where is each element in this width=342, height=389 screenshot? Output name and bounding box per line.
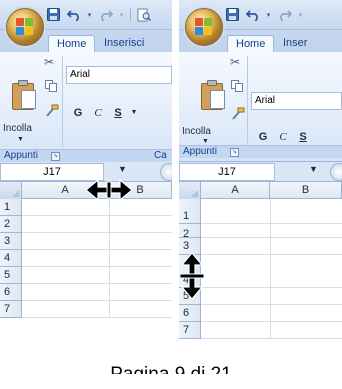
- row-header-5[interactable]: 5: [0, 267, 22, 284]
- gridline: [201, 287, 342, 288]
- redo-dropdown-icon[interactable]: ▾: [297, 7, 304, 22]
- undo-icon[interactable]: [245, 7, 260, 22]
- redo-icon[interactable]: [98, 7, 113, 22]
- gridline: [201, 338, 342, 339]
- paste-icon[interactable]: [201, 80, 225, 110]
- gridline: [201, 223, 342, 224]
- tab-inserisci[interactable]: Inserisci: [96, 35, 152, 52]
- office-logo-icon: [195, 18, 213, 36]
- underline-button[interactable]: S: [295, 128, 311, 146]
- column-header-a[interactable]: A: [201, 182, 270, 199]
- row-header-1[interactable]: 1: [179, 199, 201, 224]
- select-all-corner[interactable]: [0, 182, 22, 199]
- gridline: [22, 317, 172, 318]
- scissors-icon[interactable]: ✂: [43, 56, 55, 68]
- undo-dropdown-icon[interactable]: ▾: [86, 7, 93, 22]
- font-format-buttons: G C S ▼: [64, 104, 172, 122]
- copy-icon[interactable]: [231, 80, 243, 92]
- dialog-launcher-icon[interactable]: ↘: [230, 148, 239, 157]
- office-button[interactable]: [185, 8, 223, 46]
- ribbon: Incolla ▼ ✂ Arial G C S Appunti ↘: [179, 52, 342, 162]
- quick-access-toolbar: ▾ ▾: [225, 7, 304, 22]
- gridline: [201, 304, 342, 305]
- page-edge-mask: [0, 374, 342, 389]
- name-box-dropdown-icon[interactable]: ▼: [118, 164, 127, 174]
- ribbon: Incolla ▼ ✂ Arial G C S ▼ Appunti ↘ Ca: [0, 52, 172, 162]
- group-title-clipboard: Appunti: [183, 146, 217, 157]
- toolbar-separator: [130, 8, 131, 21]
- underline-button[interactable]: S: [110, 104, 126, 122]
- select-all-corner[interactable]: [179, 182, 201, 199]
- gridline: [22, 232, 172, 233]
- gridline: [22, 215, 172, 216]
- formula-bar-splitter[interactable]: [330, 163, 342, 181]
- gridline: [22, 266, 172, 267]
- copy-icon[interactable]: [45, 80, 57, 92]
- name-box-dropdown-icon[interactable]: ▼: [309, 164, 318, 174]
- quick-access-toolbar: ▾ ▾: [46, 7, 151, 22]
- paste-dropdown-icon[interactable]: ▼: [17, 136, 24, 143]
- row-header-6[interactable]: 6: [179, 305, 201, 322]
- formula-bar-splitter[interactable]: [160, 163, 172, 181]
- row-header-2[interactable]: 2: [0, 216, 22, 233]
- paste-button-label[interactable]: Incolla: [182, 126, 211, 137]
- tab-home[interactable]: Home: [48, 35, 96, 52]
- row-header-2[interactable]: 2: [179, 224, 201, 240]
- paste-dropdown-icon[interactable]: ▼: [202, 138, 209, 145]
- gridline: [201, 321, 342, 322]
- office-logo-icon: [16, 18, 34, 36]
- gridline: [201, 254, 342, 255]
- row-header-1[interactable]: 1: [0, 199, 22, 216]
- row-header-4[interactable]: 4: [0, 250, 22, 267]
- font-name-box[interactable]: Arial: [251, 92, 342, 110]
- italic-button[interactable]: C: [90, 104, 106, 122]
- column-resize-cursor-icon: [86, 179, 132, 201]
- dialog-launcher-icon[interactable]: ↘: [51, 152, 60, 161]
- italic-button[interactable]: C: [275, 128, 291, 146]
- row-header-7[interactable]: 7: [0, 301, 22, 318]
- gridline: [22, 249, 172, 250]
- font-name-box[interactable]: Arial: [66, 66, 172, 84]
- tab-home[interactable]: Home: [227, 35, 275, 52]
- formula-bar: J17 ▼: [179, 162, 342, 182]
- format-painter-icon[interactable]: [45, 104, 59, 117]
- row-header-3[interactable]: 3: [0, 233, 22, 250]
- font-format-buttons: G C S: [249, 128, 342, 146]
- row-resize-cursor-icon: [180, 253, 204, 299]
- bold-button[interactable]: G: [70, 104, 86, 122]
- paste-button-label[interactable]: Incolla: [3, 123, 32, 134]
- gridline: [201, 237, 342, 238]
- underline-dropdown-icon[interactable]: ▼: [126, 104, 142, 122]
- undo-dropdown-icon[interactable]: ▾: [265, 7, 272, 22]
- column-header-b[interactable]: B: [270, 182, 342, 199]
- bold-button[interactable]: G: [255, 128, 271, 146]
- row-header-7[interactable]: 7: [179, 322, 201, 339]
- office-button[interactable]: [6, 8, 44, 46]
- ribbon-group-title-bar: Appunti ↘ Ca: [0, 149, 172, 162]
- name-box[interactable]: J17: [179, 163, 275, 181]
- group-title-clipboard: Appunti: [4, 150, 38, 161]
- excel-window-left: ▾ ▾ Home Inserisci Incolla ▼ ✂ Arial G C…: [0, 0, 172, 358]
- tab-inserisci[interactable]: Inser: [275, 35, 315, 52]
- redo-dropdown-icon[interactable]: ▾: [118, 7, 125, 22]
- column-header-row: A B: [179, 182, 342, 199]
- gridline: [270, 199, 271, 339]
- worksheet-grid: A B 1 2 3 4 5 6 7: [0, 179, 172, 358]
- print-preview-icon[interactable]: [136, 7, 151, 22]
- group-separator: [247, 56, 248, 148]
- paste-icon[interactable]: [12, 80, 36, 110]
- floppy-disk-icon[interactable]: [225, 7, 240, 22]
- group-title-font: Ca: [154, 150, 167, 161]
- format-painter-icon[interactable]: [231, 107, 245, 120]
- ribbon-group-title-bar: Appunti ↘: [179, 145, 342, 158]
- floppy-disk-icon[interactable]: [46, 7, 61, 22]
- redo-icon[interactable]: [277, 7, 292, 22]
- row-header-6[interactable]: 6: [0, 284, 22, 301]
- undo-icon[interactable]: [66, 7, 81, 22]
- excel-window-right: ▾ ▾ Home Inser Incolla ▼ ✂ Arial G C S A…: [179, 0, 342, 358]
- scissors-icon[interactable]: ✂: [229, 56, 241, 68]
- gridline: [22, 300, 172, 301]
- group-separator: [62, 56, 63, 148]
- gridline: [22, 283, 172, 284]
